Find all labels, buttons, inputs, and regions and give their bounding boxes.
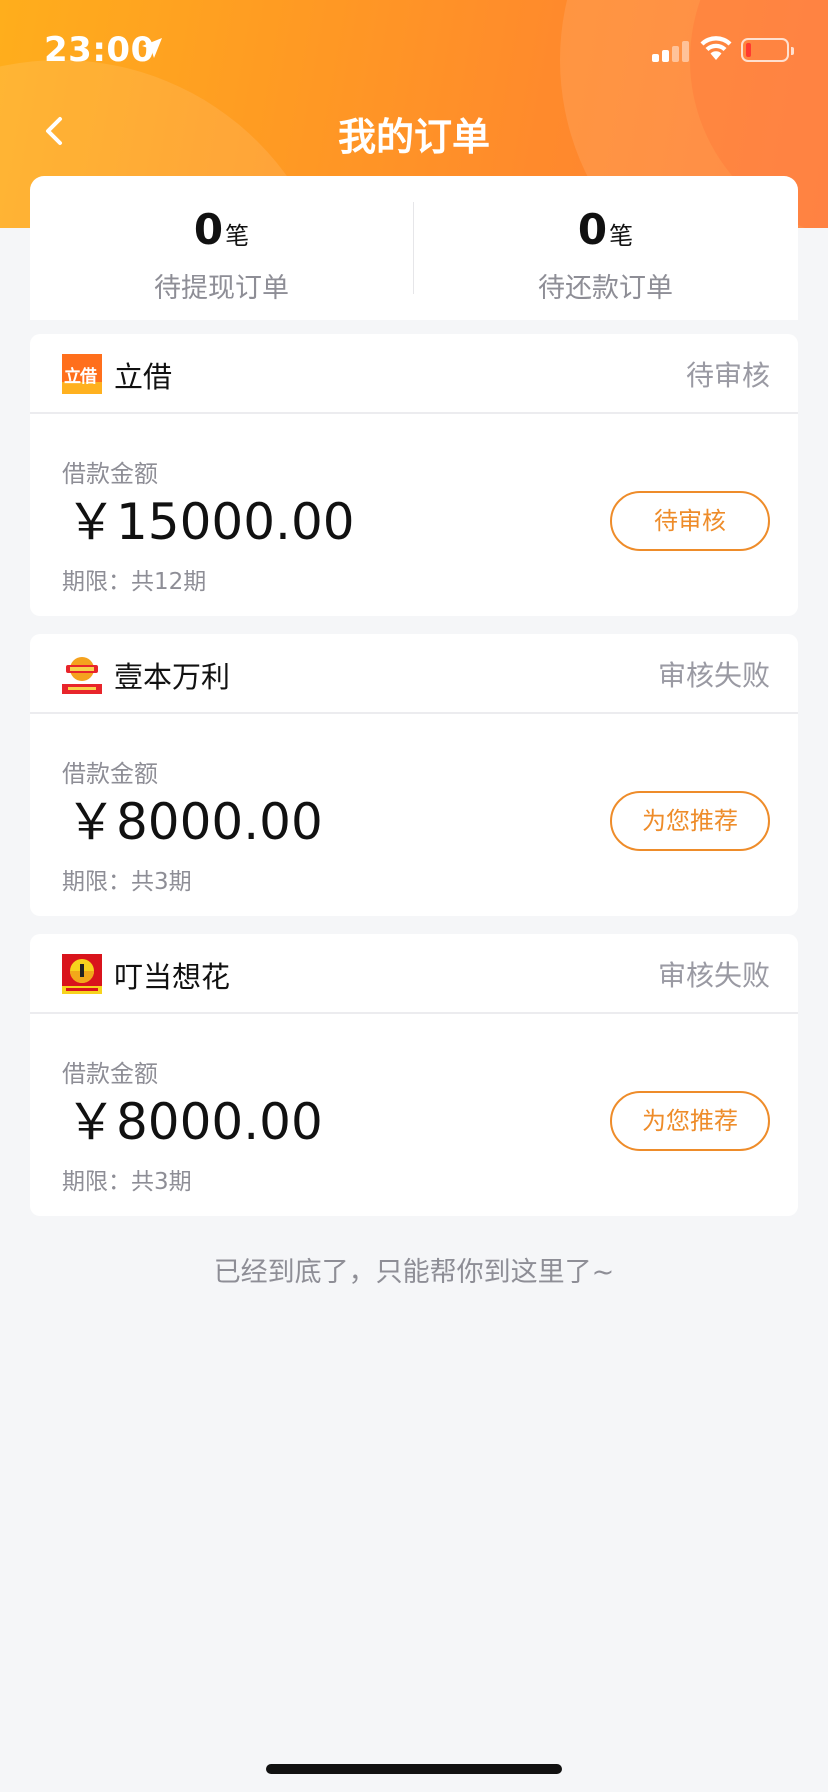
order-card-header: 立借 立借 待审核 [30, 334, 798, 414]
pending-withdraw-unit: 笔 [225, 222, 250, 250]
pending-repay-count-row: 0笔 [414, 206, 797, 254]
page-title: 我的订单 [337, 115, 490, 159]
lijie-logo: 立借 [62, 354, 102, 394]
loan-amount: ￥8000.00 [66, 1093, 323, 1151]
loan-period: 期限：共3期 [62, 869, 192, 895]
lender-name: 叮当想花 [114, 960, 231, 994]
order-summary-card: 0笔 待提现订单 0笔 待还款订单 [30, 176, 798, 320]
pending-withdraw-label: 待提现订单 [154, 273, 289, 304]
order-status: 审核失败 [657, 659, 770, 692]
end-of-list-note: 已经到底了，只能帮你到这里了~ [213, 1257, 615, 1288]
recommend-button[interactable]: 为您推荐 [610, 791, 770, 851]
loan-amount: ￥8000.00 [66, 793, 323, 851]
cellular-signal-icon [652, 40, 692, 62]
amount-label: 借款金额 [62, 460, 158, 488]
navigation-bar: 我的订单 [0, 96, 828, 166]
pending-withdraw-count: 0 [193, 205, 224, 254]
order-card-header: 壹本万利 审核失败 [30, 634, 798, 714]
wifi-icon [700, 36, 732, 60]
loan-period: 期限：共3期 [62, 1169, 192, 1195]
pending-repay-count: 0 [577, 205, 608, 254]
screen: 23:00 我的订单 0笔 待提现订单 0笔 待还款订单 立借 立借 待审核 借… [0, 0, 828, 1792]
lender-name: 壹本万利 [114, 660, 231, 694]
pending-withdraw-count-row: 0笔 [30, 206, 413, 254]
loan-period: 期限：共12期 [62, 569, 207, 595]
pending-repay-summary[interactable]: 0笔 待还款订单 [414, 206, 797, 305]
pending-review-button[interactable]: 待审核 [610, 491, 770, 551]
recommend-button[interactable]: 为您推荐 [610, 1091, 770, 1151]
loan-amount: ￥15000.00 [66, 493, 355, 551]
status-time: 23:00 [44, 30, 155, 70]
lijie-logo-text: 立借 [64, 367, 97, 387]
pending-withdraw-summary[interactable]: 0笔 待提现订单 [30, 206, 413, 305]
order-card[interactable]: 壹本万利 审核失败 借款金额 ￥8000.00 期限：共3期 为您推荐 [30, 634, 798, 916]
amount-label: 借款金额 [62, 760, 158, 788]
status-bar: 23:00 [0, 0, 828, 96]
home-indicator[interactable] [266, 1764, 562, 1774]
order-card[interactable]: 叮当想花 审核失败 借款金额 ￥8000.00 期限：共3期 为您推荐 [30, 934, 798, 1216]
order-card[interactable]: 立借 立借 待审核 借款金额 ￥15000.00 期限：共12期 待审核 [30, 334, 798, 616]
order-status: 审核失败 [657, 959, 770, 992]
dingdangxianghua-logo [62, 954, 102, 994]
yibenwanli-logo [62, 654, 102, 694]
location-arrow-icon [142, 38, 162, 58]
battery-icon [741, 38, 794, 62]
amount-label: 借款金额 [62, 1060, 158, 1088]
order-status: 待审核 [685, 359, 770, 392]
pending-repay-label: 待还款订单 [538, 273, 673, 304]
lender-name: 立借 [114, 360, 173, 394]
order-card-header: 叮当想花 审核失败 [30, 934, 798, 1014]
pending-repay-unit: 笔 [609, 222, 634, 250]
